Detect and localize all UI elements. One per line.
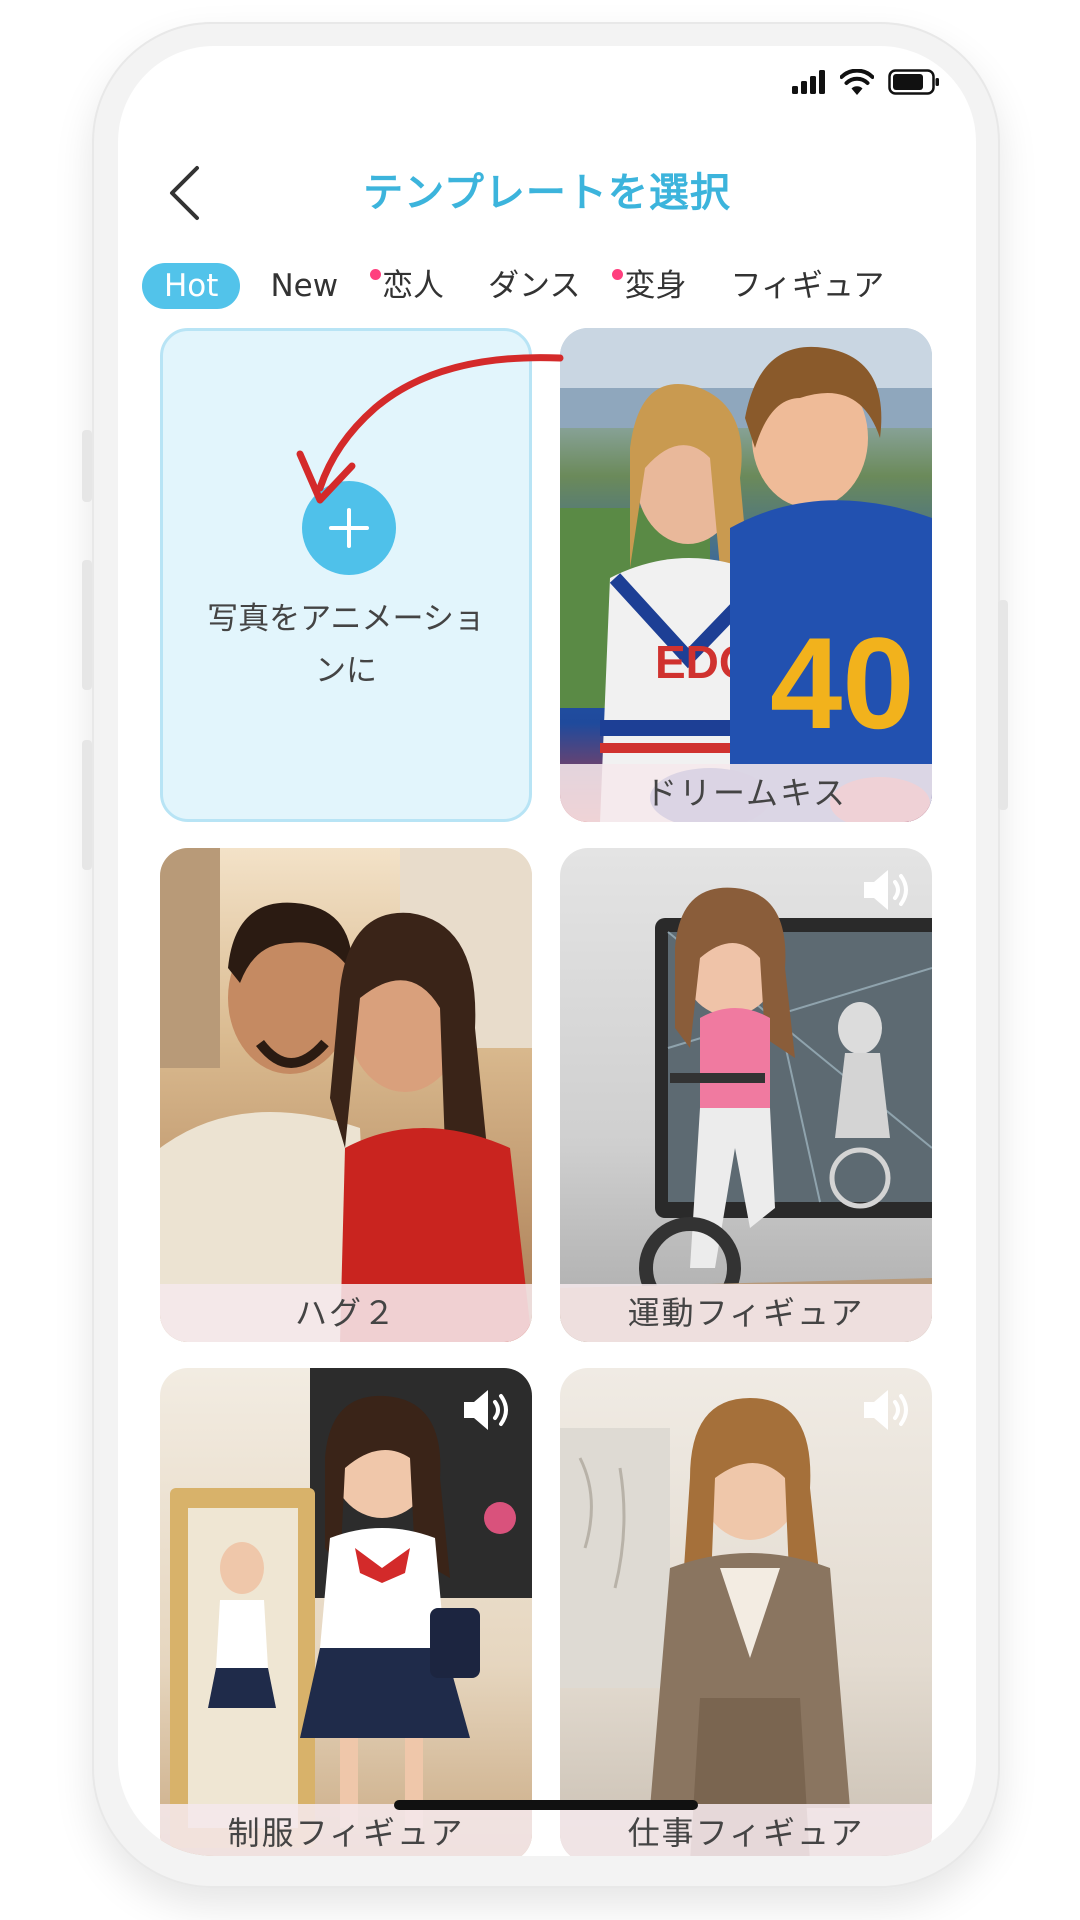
- tab-label: 恋人: [382, 268, 445, 304]
- tab-transform[interactable]: 変身: [612, 263, 698, 309]
- mute-switch: [82, 430, 92, 502]
- page-title: テンプレートを選択: [363, 170, 731, 216]
- tab-label: Hot: [164, 268, 219, 304]
- speaker-icon[interactable]: [460, 1386, 516, 1434]
- template-caption: 運動フィギュア: [560, 1284, 932, 1342]
- add-photo-button[interactable]: [302, 481, 396, 575]
- tab-new[interactable]: New: [258, 263, 350, 309]
- volume-up-button: [82, 560, 92, 690]
- header: テンプレートを選択: [118, 136, 976, 246]
- wifi-icon: [840, 69, 874, 95]
- tab-label: 変身: [624, 268, 687, 304]
- tab-hot[interactable]: Hot: [142, 263, 241, 309]
- template-card[interactable]: EDO 40 ドリームキス: [560, 328, 932, 822]
- template-caption: 制服フィギュア: [160, 1804, 532, 1856]
- tab-label: ダンス: [488, 268, 581, 304]
- template-card[interactable]: ハグ２: [160, 848, 532, 1342]
- template-card[interactable]: 制服フィギュア: [160, 1368, 532, 1856]
- app-screen: テンプレートを選択 Hot New 恋人 ダンス 変身 フィギュア 写真をアニメ…: [118, 46, 976, 1856]
- template-card[interactable]: 運動フィギュア: [560, 848, 932, 1342]
- plus-icon: [329, 508, 369, 548]
- tab-label: New: [270, 268, 339, 304]
- category-tabs: Hot New 恋人 ダンス 変身 フィギュア: [142, 260, 916, 312]
- signal-icon: [792, 70, 825, 94]
- svg-text:40: 40: [770, 610, 915, 756]
- template-thumbnail: [560, 887, 932, 1342]
- new-dot-badge: [612, 269, 624, 280]
- home-indicator: [394, 1800, 698, 1810]
- tab-dance[interactable]: ダンス: [476, 263, 592, 309]
- template-thumbnail: EDO 40: [560, 328, 932, 822]
- battery-icon: [888, 69, 939, 95]
- template-caption: ハグ２: [160, 1284, 532, 1342]
- template-caption: 仕事フィギュア: [560, 1804, 932, 1856]
- tab-label: フィギュア: [730, 268, 885, 304]
- tab-figure[interactable]: フィギュア: [718, 263, 896, 309]
- speaker-icon[interactable]: [860, 1386, 916, 1434]
- animate-photo-card[interactable]: 写真をアニメーションに: [160, 328, 532, 822]
- status-bar: [792, 60, 940, 104]
- speaker-icon[interactable]: [860, 866, 916, 914]
- volume-down-button: [82, 740, 92, 870]
- power-button: [998, 600, 1008, 810]
- template-card[interactable]: 仕事フィギュア: [560, 1368, 932, 1856]
- upload-label: 写真をアニメーションに: [207, 601, 485, 689]
- template-thumbnail: [170, 1368, 532, 1848]
- template-thumbnail: [160, 848, 532, 1342]
- template-caption: ドリームキス: [560, 764, 932, 822]
- template-thumbnail: [560, 1398, 850, 1856]
- tab-lovers[interactable]: 恋人: [370, 263, 456, 309]
- new-dot-badge: [370, 269, 382, 280]
